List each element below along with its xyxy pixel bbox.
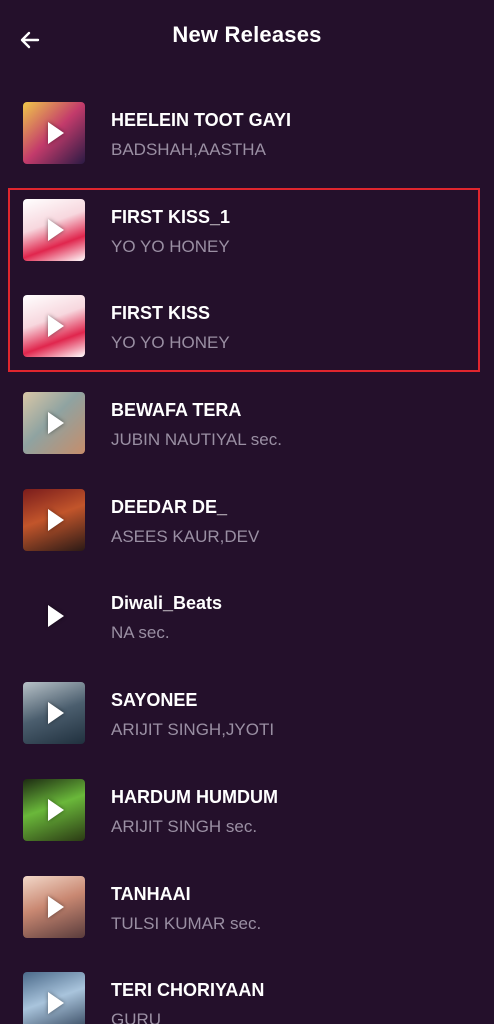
song-artist: BADSHAH,AASTHA xyxy=(111,140,266,159)
album-art xyxy=(23,682,85,745)
play-icon[interactable] xyxy=(48,798,64,821)
song-title: DEEDAR DE_ xyxy=(111,496,228,517)
song-title: Diwali_Beats xyxy=(111,593,223,614)
album-art xyxy=(23,488,85,551)
song-artist: ARIJIT SINGH sec. xyxy=(111,816,258,836)
song-title: TANHAAI xyxy=(111,883,191,904)
song-artist: ASEES KAUR,DEV xyxy=(111,526,260,546)
album-art xyxy=(23,102,85,164)
song-list: HEELEIN TOOT GAYI BADSHAH,AASTHA FIRST KIS… xyxy=(0,88,494,1024)
play-icon[interactable] xyxy=(48,218,64,241)
song-title: FIRST KISS_1 xyxy=(111,206,231,227)
song-artist: ARIJIT SINGH,JYOTI xyxy=(111,720,275,740)
song-artist: NA sec. xyxy=(111,623,170,643)
play-icon[interactable] xyxy=(48,992,64,1015)
album-art xyxy=(23,585,85,647)
song-list-item[interactable]: FIRST KISS YO YO HONEY xyxy=(0,281,494,378)
header: New Releases xyxy=(0,0,494,78)
song-list-item[interactable]: BEWAFA TERA JUBIN NAUTIYAL sec. xyxy=(0,378,494,475)
song-list-item[interactable]: TANHAAI TULSI KUMAR sec. xyxy=(0,862,494,959)
song-title: HEELEIN TOOT GAYI xyxy=(111,110,292,130)
song-list-item[interactable]: DEEDAR DE_ ASEES KAUR,DEV xyxy=(0,475,494,572)
play-icon[interactable] xyxy=(48,508,64,531)
song-list-item[interactable]: HARDUM HUMDUM ARIJIT SINGH sec. xyxy=(0,765,494,862)
play-icon[interactable] xyxy=(48,122,64,144)
album-art xyxy=(23,875,85,938)
play-icon[interactable] xyxy=(48,702,64,725)
song-artist: YO YO HONEY xyxy=(111,333,230,353)
play-icon[interactable] xyxy=(48,895,64,918)
play-icon[interactable] xyxy=(48,605,64,628)
album-art xyxy=(23,198,85,261)
song-list-item[interactable]: Diwali_Beats NA sec. xyxy=(0,571,494,668)
album-art xyxy=(23,972,85,1024)
page-title: New Releases xyxy=(172,22,322,47)
play-icon[interactable] xyxy=(48,315,64,338)
song-artist: GURU xyxy=(111,1010,162,1024)
song-title: SAYONEE xyxy=(111,690,198,711)
song-list-item[interactable]: TERI CHORIYAAN GURU xyxy=(0,958,494,1024)
album-art xyxy=(23,295,85,358)
play-icon[interactable] xyxy=(48,412,64,435)
song-artist: JUBIN NAUTIYAL sec. xyxy=(111,430,282,450)
new-releases-screen: New Releases HEELEIN TOOT GAYI BADSHAH,AA… xyxy=(0,0,494,1024)
song-title: TERI CHORIYAAN xyxy=(111,980,265,1001)
song-list-item[interactable]: HEELEIN TOOT GAYI BADSHAH,AASTHA xyxy=(0,88,494,185)
song-title: FIRST KISS xyxy=(111,303,211,324)
song-list-item[interactable]: SAYONEE ARIJIT SINGH,JYOTI xyxy=(0,668,494,765)
song-list-item[interactable]: FIRST KISS_1 YO YO HONEY xyxy=(0,185,494,282)
song-title: HARDUM HUMDUM xyxy=(111,786,278,807)
album-art xyxy=(23,778,85,841)
album-art xyxy=(23,392,85,455)
song-title: BEWAFA TERA xyxy=(111,400,242,421)
song-artist: YO YO HONEY xyxy=(111,236,230,256)
song-artist: TULSI KUMAR sec. xyxy=(111,913,262,933)
